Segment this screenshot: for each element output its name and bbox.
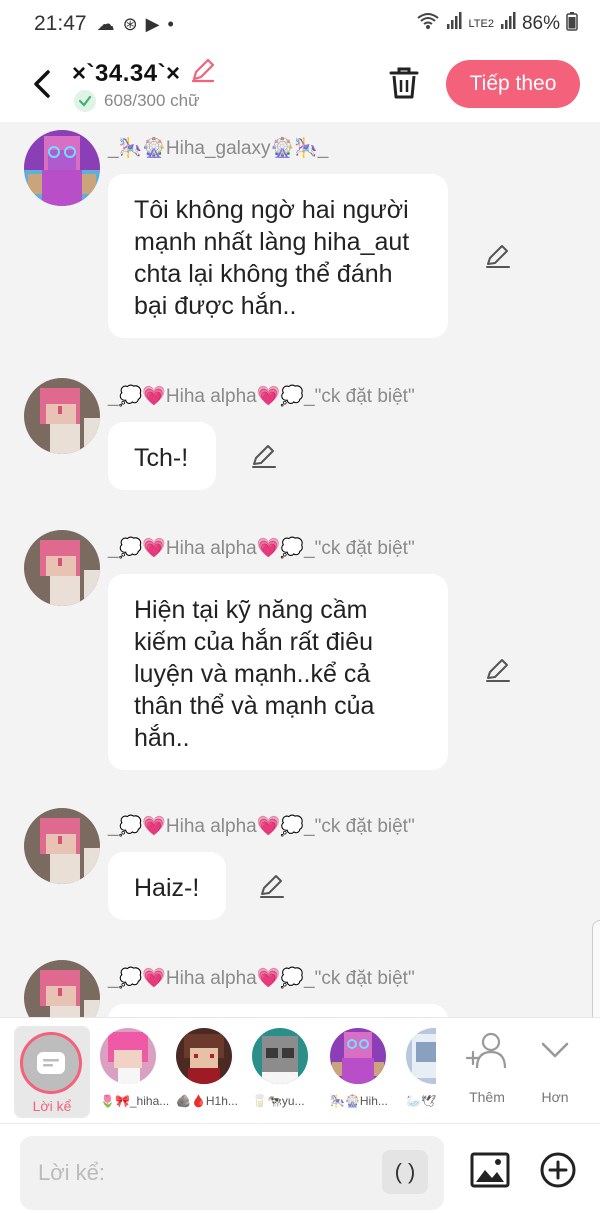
character-name: _💭💗Hiha alpha💗💭_"ck đặt biệt"	[108, 538, 415, 559]
add-button[interactable]	[540, 1152, 576, 1188]
character-selector: Lời kể 🌷🎀_hiha... 🪨🩸H1h... 🥛🐄yu... 🎠🎡Hih…	[0, 1017, 600, 1123]
trash-icon	[389, 67, 419, 99]
word-count: 608/300 chữ	[74, 90, 200, 112]
avatar[interactable]	[24, 530, 100, 606]
character-name: _💭💗Hiha alpha💗💭_"ck đặt biệt"	[108, 968, 415, 989]
chat-area[interactable]: _🎠🎡Hiha_galaxy🎡🎠_ Tôi không ngờ hai ngườ…	[0, 122, 600, 1017]
notification-icons: ☁ ⊛ ▶ •	[97, 14, 174, 35]
narrator-icon	[20, 1032, 82, 1094]
add-person-icon	[465, 1032, 507, 1069]
more-button[interactable]: Hơn	[530, 1030, 580, 1105]
more-label: Hơn	[541, 1089, 569, 1105]
character-label: 🌷🎀_hiha...	[100, 1094, 170, 1108]
character-name: _💭💗Hiha alpha💗💭_"ck đặt biệt"	[108, 816, 415, 837]
avatar[interactable]	[24, 130, 100, 206]
character-chip[interactable]: 🥛🐄yu...	[252, 1028, 312, 1108]
character-chip[interactable]: 🦢🕊	[406, 1028, 436, 1108]
signal-icon	[446, 12, 462, 36]
parentheses-button[interactable]: ( )	[382, 1150, 428, 1194]
message-bubble[interactable]: Tch-!	[108, 422, 216, 490]
system-icons: LTE2 86%	[416, 11, 578, 37]
narrator-chip[interactable]: Lời kể	[14, 1026, 90, 1118]
message-bubble[interactable]: Haiz-!	[108, 852, 226, 920]
check-icon	[74, 90, 96, 112]
avatar	[330, 1028, 386, 1084]
avatar[interactable]	[24, 808, 100, 884]
composer-bar: Lời kể: ( )	[0, 1123, 600, 1213]
status-bar: 21:47 ☁ ⊛ ▶ • LTE2 86%	[0, 0, 600, 48]
signal-icon-2	[500, 12, 516, 36]
edit-message-icon[interactable]	[484, 242, 512, 270]
youtube-icon: ▶	[145, 13, 160, 34]
character-name: _💭💗Hiha alpha💗💭_"ck đặt biệt"	[108, 386, 415, 407]
next-button[interactable]: Tiếp theo	[446, 60, 580, 108]
battery-icon	[566, 11, 578, 37]
character-chip[interactable]: 🪨🩸H1h...	[176, 1028, 238, 1108]
story-title[interactable]: ×`34.34`×	[72, 56, 217, 91]
character-label: 🥛🐄yu...	[252, 1094, 305, 1108]
avatar[interactable]	[24, 960, 100, 1017]
character-label: 🪨🩸H1h...	[176, 1094, 238, 1108]
character-label: 🦢🕊	[406, 1094, 436, 1108]
add-character-button[interactable]: Thêm	[462, 1030, 512, 1105]
cloud-icon: ☁	[96, 13, 115, 34]
character-name: _🎠🎡Hiha_galaxy🎡🎠_	[108, 138, 329, 159]
avatar[interactable]	[24, 378, 100, 454]
edit-title-icon[interactable]	[189, 56, 217, 91]
image-icon	[470, 1152, 510, 1188]
avatar	[176, 1028, 232, 1084]
character-chip[interactable]: 🌷🎀_hiha...	[100, 1028, 169, 1108]
battery-percent: 86%	[521, 13, 560, 34]
network-label: LTE2	[468, 18, 494, 30]
message-bubble[interactable]	[108, 1004, 448, 1017]
plus-circle-icon	[540, 1152, 576, 1188]
narration-input[interactable]: Lời kể:	[20, 1136, 444, 1210]
narrator-label: Lời kể	[32, 1098, 72, 1114]
clock: 21:47	[34, 12, 87, 35]
message-bubble[interactable]: Tôi không ngờ hai người mạnh nhất làng h…	[108, 174, 448, 338]
trash-button[interactable]	[386, 64, 422, 102]
add-character-label: Thêm	[469, 1089, 505, 1105]
character-label: 🎠🎡Hih...	[330, 1094, 388, 1108]
avatar	[100, 1028, 156, 1084]
back-button[interactable]	[24, 64, 60, 104]
edit-message-icon[interactable]	[258, 872, 286, 900]
story-title-text: ×`34.34`×	[72, 59, 181, 87]
chevron-down-icon	[541, 1042, 569, 1058]
avatar	[406, 1028, 436, 1084]
character-chip[interactable]: 🎠🎡Hih...	[330, 1028, 390, 1108]
image-button[interactable]	[470, 1152, 510, 1188]
word-count-text: 608/300 chữ	[104, 91, 200, 110]
edit-message-icon[interactable]	[484, 656, 512, 684]
editor-header: ×`34.34`× 608/300 chữ Tiếp theo	[0, 48, 600, 122]
compass-icon: ⊛	[122, 13, 138, 34]
edit-message-icon[interactable]	[250, 442, 278, 470]
avatar	[252, 1028, 308, 1084]
wifi-icon	[416, 12, 440, 36]
message-bubble[interactable]: Hiện tại kỹ năng cầm kiếm của hắn rất đi…	[108, 574, 448, 770]
dot-icon: •	[167, 13, 174, 34]
